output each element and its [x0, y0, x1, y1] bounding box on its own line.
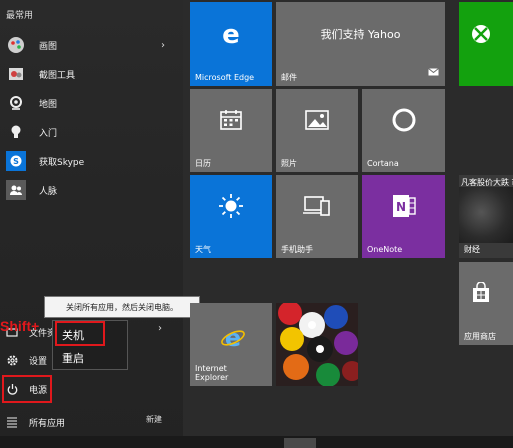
app-item-paint[interactable]: 画图 ›: [0, 32, 183, 58]
shift-annotation: Shift+: [0, 318, 40, 334]
app-label: 获取Skype: [39, 157, 85, 168]
photos-icon: [305, 110, 329, 134]
tile-label: Internet Explorer: [195, 364, 229, 382]
get-started-icon: [6, 122, 26, 142]
shutdown-tooltip: 关闭所有应用，然后关闭电脑。: [44, 296, 200, 318]
app-item-people[interactable]: 人脉: [0, 177, 183, 203]
highlight-shutdown: [55, 321, 105, 346]
tile-label: OneNote: [367, 245, 403, 254]
tile-internet-explorer[interactable]: e Internet Explorer: [190, 303, 272, 386]
cortana-icon: [391, 107, 417, 137]
onenote-icon: N: [390, 192, 418, 224]
edge-icon: e: [217, 20, 245, 52]
tile-label: 邮件: [281, 73, 297, 82]
svg-text:N: N: [395, 200, 405, 214]
app-label: 地图: [39, 99, 58, 110]
svg-text:e: e: [225, 325, 241, 351]
new-badge: 新建: [146, 415, 162, 424]
finance-headline: 凡客股价大跌 市: [461, 178, 513, 187]
tile-finance[interactable]: 凡客股价大跌 市 财经: [459, 175, 513, 258]
maps-icon: [6, 93, 26, 113]
settings-label: 设置: [29, 356, 48, 367]
highlight-power: [2, 375, 52, 403]
skype-icon: S: [6, 151, 26, 171]
tile-billiards-game[interactable]: [276, 303, 358, 386]
tile-store[interactable]: 应用商店: [459, 262, 513, 345]
taskbar-button[interactable]: [284, 438, 316, 448]
ie-icon: e: [220, 324, 246, 355]
store-icon: [470, 281, 492, 308]
snipping-tool-icon: [6, 64, 26, 84]
tile-mail[interactable]: 我们支持 Yahoo 邮件: [276, 2, 445, 86]
tile-label: 手机助手: [281, 245, 313, 254]
finance-image: [459, 187, 513, 243]
all-apps-label: 所有应用: [29, 418, 66, 429]
tile-label: Cortana: [367, 159, 399, 168]
gear-icon: [5, 353, 19, 367]
tile-photos[interactable]: 照片: [276, 89, 358, 172]
tile-label: 财经: [464, 245, 480, 254]
phone-companion-icon: [303, 195, 331, 221]
tile-onenote[interactable]: N OneNote: [362, 175, 445, 258]
app-item-snipping-tool[interactable]: 截图工具: [0, 61, 183, 87]
sun-icon: [217, 192, 245, 224]
tile-label: 日历: [195, 159, 211, 168]
tile-calendar[interactable]: 日历: [190, 89, 272, 172]
app-label: 画图: [39, 41, 58, 52]
svg-text:S: S: [13, 157, 19, 166]
taskbar: [0, 436, 513, 448]
app-item-get-started[interactable]: 入门: [0, 119, 183, 145]
app-item-maps[interactable]: 地图: [0, 90, 183, 116]
list-icon: [5, 415, 19, 429]
chevron-right-icon[interactable]: ›: [161, 40, 165, 51]
tile-label: 应用商店: [464, 332, 496, 341]
app-label: 人脉: [39, 186, 58, 197]
most-used-header: 最常用: [6, 11, 34, 21]
paint-icon: [6, 35, 26, 55]
all-apps-item[interactable]: 所有应用: [0, 410, 140, 434]
people-icon: [6, 180, 26, 200]
app-item-skype[interactable]: S 获取Skype: [0, 148, 183, 174]
restart-option[interactable]: 重启: [53, 346, 127, 369]
envelope-icon: [428, 61, 439, 80]
app-label: 截图工具: [39, 70, 76, 81]
tile-label: 照片: [281, 159, 297, 168]
tile-edge[interactable]: e Microsoft Edge: [190, 2, 272, 86]
svg-text:e: e: [222, 20, 240, 48]
chevron-right-icon[interactable]: ›: [158, 323, 162, 334]
tile-xbox[interactable]: [459, 2, 513, 86]
tile-cortana[interactable]: Cortana: [362, 89, 445, 172]
tile-phone-companion[interactable]: 手机助手: [276, 175, 358, 258]
tile-weather[interactable]: 天气: [190, 175, 272, 258]
billiard-balls-image: [276, 303, 358, 386]
mail-headline: 我们支持 Yahoo: [320, 28, 401, 41]
app-label: 入门: [39, 128, 58, 139]
calendar-icon: [219, 108, 243, 136]
tile-label: 天气: [195, 245, 211, 254]
tile-label: Microsoft Edge: [195, 73, 255, 82]
xbox-icon: [470, 23, 492, 49]
